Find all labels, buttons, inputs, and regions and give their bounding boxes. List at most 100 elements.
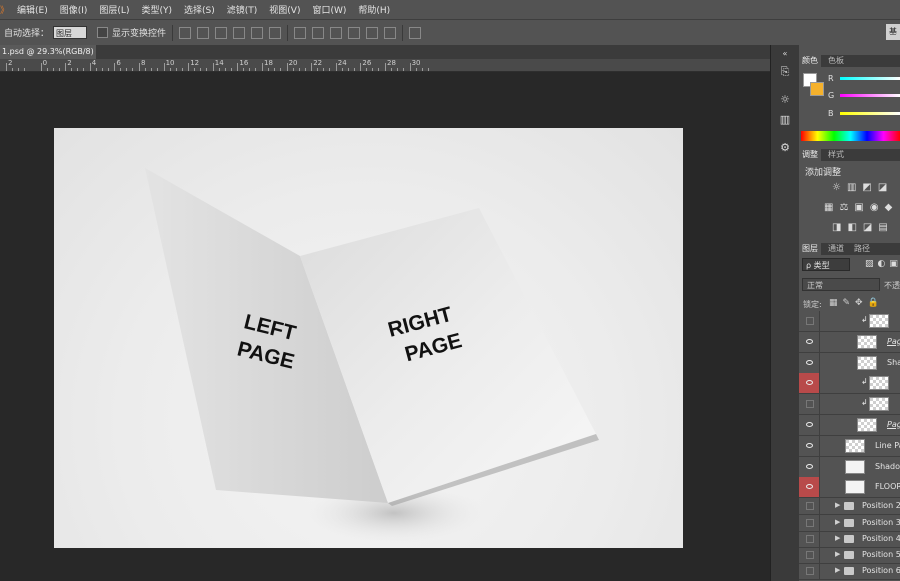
tab-channels[interactable]: 通道 (825, 243, 847, 255)
layer-visibility-toggle[interactable] (799, 373, 820, 394)
layer-group-row[interactable]: ▶ Position 6 (799, 563, 900, 581)
document-canvas[interactable]: LEFT PAGE RIGHT PAGE (54, 128, 683, 548)
eye-icon (806, 484, 813, 490)
auto-select-dropdown[interactable]: 图层 (53, 26, 88, 39)
menu-window[interactable]: 窗口(W) (306, 3, 352, 16)
adjustment-icons-row1[interactable]: ☼▥◩◪ (832, 182, 893, 193)
document-tab[interactable]: 1.psd @ 29.3%(RGB/8) * (0, 45, 96, 59)
align-right-icon[interactable] (269, 26, 282, 39)
tab-swatches[interactable]: 色板 (825, 55, 847, 67)
align-bottom-icon[interactable] (215, 26, 228, 39)
expand-arrow-icon[interactable]: ▶ (835, 566, 840, 574)
menu-type[interactable]: 类型(Y) (135, 3, 178, 16)
layer-group-row[interactable]: ▶ Position 2 (799, 498, 900, 516)
menu-edit[interactable]: 编辑(E) (11, 3, 54, 16)
layer-filter-dropdown[interactable]: ρ 类型 (802, 258, 850, 271)
expand-arrow-icon[interactable]: ▶ (835, 550, 840, 558)
menu-filter[interactable]: 滤镜(T) (221, 3, 264, 16)
align-left-icon[interactable] (233, 26, 246, 39)
layer-visibility-toggle[interactable] (799, 456, 820, 477)
b-slider[interactable] (840, 112, 900, 115)
tab-paths[interactable]: 路径 (851, 243, 873, 255)
ruler-tick (317, 68, 319, 71)
layer-visibility-toggle[interactable] (799, 311, 820, 331)
layer-row[interactable]: FLOOR (799, 477, 900, 499)
layer-thumbnail (857, 355, 877, 370)
ruler-tick (181, 68, 183, 71)
auto-select-label: 自动选择： (4, 29, 50, 39)
hidden-box-icon (806, 518, 814, 527)
ruler-tick (145, 68, 146, 71)
options-bar: 自动选择： 图层 显示变换控件 (0, 19, 900, 46)
filter-icons[interactable]: ▨◐▣ (865, 259, 900, 269)
layer-row[interactable]: ↲ (799, 394, 900, 416)
layer-visibility-toggle[interactable] (799, 563, 820, 580)
align-vcenter-icon[interactable] (197, 26, 210, 39)
brightness-icon[interactable]: ☼ (778, 93, 792, 107)
align-top-icon[interactable] (179, 26, 192, 39)
layer-group-row[interactable]: ▶ Position 4 (799, 530, 900, 548)
layer-visibility-toggle[interactable] (799, 435, 820, 456)
auto-align-icon[interactable] (409, 26, 422, 39)
workspace-button[interactable]: 基 (886, 24, 900, 40)
expand-arrow-icon[interactable]: ▶ (835, 501, 840, 509)
ruler-tick (83, 68, 85, 71)
layer-row[interactable]: ↲ (799, 311, 900, 332)
distribute-bottom-icon[interactable] (330, 26, 343, 39)
layer-visibility-toggle[interactable] (799, 477, 820, 498)
tab-styles[interactable]: 样式 (825, 149, 847, 161)
align-hcenter-icon[interactable] (251, 26, 264, 39)
lock-icons[interactable]: ▦✎✥🔒 (829, 298, 884, 308)
layer-group-row[interactable]: ▶ Position 5 (799, 547, 900, 565)
layer-visibility-toggle[interactable] (799, 394, 820, 415)
distribute-top-icon[interactable] (294, 26, 307, 39)
blend-mode-dropdown[interactable]: 正常 (802, 278, 880, 291)
distribute-vcenter-icon[interactable] (312, 26, 325, 39)
layer-group-row[interactable]: ▶ Position 3 (799, 514, 900, 532)
history-icon[interactable]: ⎘ (778, 65, 792, 79)
ruler-tick (304, 68, 306, 71)
distribute-hcenter-icon[interactable] (366, 26, 379, 39)
distribute-left-icon[interactable] (348, 26, 361, 39)
group-name: Position 2 (862, 501, 900, 511)
layer-row[interactable]: Sha (799, 352, 900, 374)
layer-visibility-toggle[interactable] (799, 530, 820, 547)
layer-row[interactable]: Shadov (799, 456, 900, 478)
group-name: Position 3 (862, 517, 900, 527)
layer-row[interactable]: Pag (799, 331, 900, 353)
layer-visibility-toggle[interactable] (799, 498, 820, 515)
menu-view[interactable]: 视图(V) (263, 3, 306, 16)
layer-row[interactable]: Pag (799, 415, 900, 436)
tab-adjustments[interactable]: 调整 (799, 149, 821, 161)
adjustment-icons-row2[interactable]: ▦⚖▣◉◆ (824, 202, 898, 213)
g-slider[interactable] (840, 94, 900, 97)
background-color-swatch[interactable] (810, 82, 824, 96)
levels-icon[interactable]: ▥ (778, 113, 792, 127)
expand-arrow-icon[interactable]: ▶ (835, 534, 840, 542)
layer-visibility-toggle[interactable] (799, 352, 820, 373)
r-slider[interactable] (840, 77, 900, 80)
ruler-tick (230, 68, 232, 71)
menu-select[interactable]: 选择(S) (178, 3, 221, 16)
layer-visibility-toggle[interactable] (799, 547, 820, 564)
menu-layer[interactable]: 图层(L) (93, 3, 135, 16)
expand-arrow-icon[interactable]: ▶ (835, 518, 840, 526)
menu-help[interactable]: 帮助(H) (352, 3, 396, 16)
adjust-panel-tabs: 调整 样式 (799, 149, 900, 161)
layer-row[interactable]: Line Pa (799, 435, 900, 457)
properties-icon[interactable]: ⚙ (778, 141, 792, 155)
tab-layers[interactable]: 图层 (799, 243, 821, 255)
menu-image[interactable]: 图像(I) (54, 3, 94, 16)
distribute-right-icon[interactable] (384, 26, 397, 39)
adjustment-icons-row3[interactable]: ◨◧◪▤ (832, 222, 894, 233)
ruler-tick (6, 63, 7, 71)
tab-color[interactable]: 颜色 (799, 55, 821, 67)
clipping-arrow-icon: ↲ (861, 398, 868, 408)
color-spectrum[interactable] (801, 131, 900, 141)
show-transform-checkbox[interactable] (97, 27, 109, 38)
collapse-icon[interactable]: « (778, 47, 792, 61)
layer-row[interactable]: ↲ (799, 373, 900, 395)
layer-visibility-toggle[interactable] (799, 331, 820, 352)
layer-visibility-toggle[interactable] (799, 514, 820, 531)
layer-visibility-toggle[interactable] (799, 415, 820, 435)
